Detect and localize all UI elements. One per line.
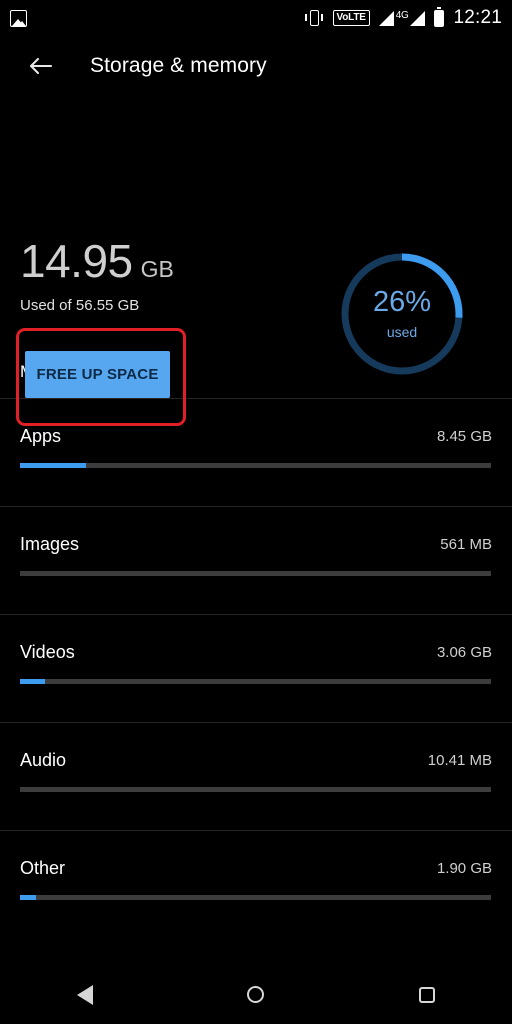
row-value: 10.41 MB — [427, 752, 492, 769]
row-value: 3.06 GB — [436, 644, 492, 661]
row-progress-track — [20, 787, 491, 792]
status-bar-system-icons: VoLTE 4G 12:21 — [304, 6, 502, 29]
row-label: Apps — [20, 426, 62, 446]
signal-bars-icon: 4G — [378, 9, 426, 26]
back-triangle-icon — [77, 984, 94, 1005]
volte-icon: VoLTE — [332, 10, 370, 26]
nav-recents-button[interactable] — [397, 965, 457, 1024]
android-navigation-bar — [0, 965, 512, 1024]
storage-row-images[interactable]: Images 561 MB — [0, 507, 512, 615]
row-label: Images — [20, 534, 80, 554]
row-value: 1.90 GB — [436, 860, 492, 877]
app-bar: Storage & memory — [0, 36, 512, 96]
storage-categories-list: Apps 8.45 GB Images 561 MB Videos 3.06 G… — [0, 398, 512, 939]
storage-row-videos[interactable]: Videos 3.06 GB — [0, 615, 512, 723]
recents-square-icon — [418, 986, 435, 1003]
row-label: Videos — [20, 642, 75, 662]
storage-row-audio[interactable]: Audio 10.41 MB — [0, 723, 512, 831]
network-type-label: 4G — [395, 9, 409, 21]
row-progress-fill — [20, 679, 46, 684]
status-bar-notifications — [10, 9, 27, 27]
row-label: Other — [20, 858, 66, 878]
nav-back-button[interactable] — [55, 965, 115, 1024]
row-label: Audio — [20, 750, 67, 770]
storage-row-apps[interactable]: Apps 8.45 GB — [0, 399, 512, 507]
status-bar: VoLTE 4G 12:21 — [0, 0, 512, 36]
used-amount-unit: GB — [140, 256, 174, 282]
donut-center-text: 26% used — [337, 249, 467, 379]
used-amount-number: 14.95 — [20, 235, 133, 287]
storage-usage-donut: 26% used — [337, 249, 467, 379]
row-progress-fill — [20, 463, 86, 468]
battery-icon — [434, 6, 445, 27]
storage-row-other[interactable]: Other 1.90 GB — [0, 831, 512, 939]
back-arrow-icon[interactable] — [20, 46, 60, 86]
row-progress-track — [20, 895, 491, 900]
row-progress-track — [20, 571, 491, 576]
page-title: Storage & memory — [90, 54, 267, 77]
storage-summary: 14.95 GB Used of 56.55 GB FREE UP SPACE … — [0, 96, 512, 426]
donut-percent-label: 26% — [372, 286, 432, 318]
free-up-space-button[interactable]: FREE UP SPACE — [25, 351, 170, 398]
used-of-total-label: Used of 56.55 GB — [20, 297, 140, 314]
vibrate-mode-icon — [304, 9, 324, 27]
status-bar-clock: 12:21 — [453, 7, 502, 28]
used-amount: 14.95 GB — [20, 238, 174, 284]
row-progress-fill — [20, 895, 36, 900]
row-value: 561 MB — [440, 536, 492, 553]
row-value: 8.45 GB — [436, 428, 492, 445]
row-progress-track — [20, 463, 491, 468]
photo-notification-icon — [10, 9, 27, 27]
home-circle-icon — [247, 986, 265, 1003]
nav-home-button[interactable] — [226, 965, 286, 1024]
row-progress-track — [20, 679, 491, 684]
donut-used-label: used — [386, 324, 418, 340]
